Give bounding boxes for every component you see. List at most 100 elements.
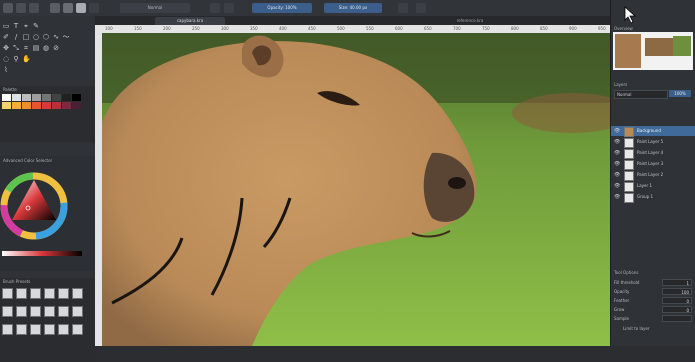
open-icon[interactable]: [16, 3, 26, 13]
palette-swatch[interactable]: [62, 94, 71, 101]
gradient-icon[interactable]: [50, 3, 60, 13]
visibility-eye-icon[interactable]: 👁: [614, 126, 620, 136]
palette-swatch[interactable]: [22, 102, 31, 109]
edit-shape-icon[interactable]: ⌖: [22, 22, 30, 30]
polygon-tool-icon[interactable]: ⬡: [42, 33, 50, 41]
visibility-eye-icon[interactable]: 👁: [614, 148, 620, 158]
layer-row[interactable]: 👁 Paint Layer 4: [611, 148, 695, 159]
limit-to-layer-option[interactable]: Limit to layer: [623, 326, 650, 331]
eraser-icon[interactable]: [89, 3, 99, 13]
brush-preset-item[interactable]: [72, 324, 83, 335]
tool-option-value[interactable]: 0: [662, 297, 692, 304]
opacity-slider[interactable]: Opacity: 100%: [252, 3, 312, 13]
tool-option-value[interactable]: 100: [662, 288, 692, 295]
palette-swatch[interactable]: [22, 94, 31, 101]
brush-preset-item[interactable]: [58, 288, 69, 299]
move-tool-icon[interactable]: ✥: [2, 44, 10, 52]
ellipse-tool-icon[interactable]: ○: [32, 33, 40, 41]
color-wheel[interactable]: [0, 166, 72, 246]
line-tool-icon[interactable]: /: [12, 33, 20, 41]
size-slider[interactable]: Size: 40.00 px: [324, 3, 382, 13]
visibility-eye-icon[interactable]: 👁: [614, 137, 620, 147]
layer-row[interactable]: 👁 Background: [611, 126, 695, 137]
brush-preset-item[interactable]: [2, 288, 13, 299]
palette-title: Palette: [3, 87, 17, 92]
brush-preset-icon[interactable]: [76, 3, 86, 13]
palette-swatch[interactable]: [2, 94, 11, 101]
palette-swatch[interactable]: [72, 94, 81, 101]
tab-capybara[interactable]: capybara.kra: [155, 17, 225, 25]
select-tool-icon[interactable]: ▭: [2, 22, 10, 30]
zoom-tool-icon[interactable]: ⚲: [12, 55, 20, 63]
transform-tool-icon[interactable]: ⤡: [12, 44, 20, 52]
palette-swatch[interactable]: [2, 102, 11, 109]
alpha-lock-icon[interactable]: [224, 3, 234, 13]
pattern-icon[interactable]: [63, 3, 73, 13]
freehand-tool-icon[interactable]: 〜: [62, 33, 70, 41]
brush-preset-item[interactable]: [58, 306, 69, 317]
visibility-eye-icon[interactable]: 👁: [614, 159, 620, 169]
palette-swatch[interactable]: [72, 102, 81, 109]
assistant-tool-icon[interactable]: ⌇: [2, 66, 10, 74]
brush-preset-item[interactable]: [2, 306, 13, 317]
blend-mode-select[interactable]: Normal: [120, 3, 190, 13]
tool-option-value[interactable]: 0: [662, 306, 692, 313]
visibility-eye-icon[interactable]: 👁: [614, 170, 620, 180]
tab-reference[interactable]: reference.kra: [435, 17, 505, 25]
picker-tool-icon[interactable]: ⊘: [52, 44, 60, 52]
fill-tool-icon[interactable]: ◍: [42, 44, 50, 52]
tool-option-value[interactable]: 1: [662, 279, 692, 286]
blend-mode-dropdown[interactable]: Normal: [614, 90, 668, 99]
brush-preset-item[interactable]: [2, 324, 13, 335]
layer-opacity-field[interactable]: 100%: [669, 90, 691, 97]
brush-preset-item[interactable]: [44, 324, 55, 335]
brush-preset-item[interactable]: [30, 288, 41, 299]
tool-option-value[interactable]: [662, 315, 692, 322]
brush-preset-item[interactable]: [58, 324, 69, 335]
lasso-tool-icon[interactable]: ◌: [2, 55, 10, 63]
palette-swatch[interactable]: [62, 102, 71, 109]
brush-preset-item[interactable]: [30, 306, 41, 317]
palette-swatch[interactable]: [12, 94, 21, 101]
color-selector-title: Advanced Color Selector: [3, 158, 53, 163]
color-strip[interactable]: [2, 251, 82, 256]
brush-preset-item[interactable]: [72, 306, 83, 317]
brush-preset-item[interactable]: [72, 288, 83, 299]
text-tool-icon[interactable]: T: [12, 22, 20, 30]
brush-preset-item[interactable]: [16, 306, 27, 317]
mirror-icon[interactable]: [398, 3, 408, 13]
rect-tool-icon[interactable]: □: [22, 33, 30, 41]
brush-tool-icon[interactable]: ✐: [2, 33, 10, 41]
calligraphy-icon[interactable]: ✎: [32, 22, 40, 30]
brush-preset-item[interactable]: [44, 288, 55, 299]
gradient-tool-icon[interactable]: ▤: [32, 44, 40, 52]
vertical-ruler: [95, 33, 102, 346]
brush-preset-item[interactable]: [30, 324, 41, 335]
layer-row[interactable]: 👁 Layer 1: [611, 181, 695, 192]
palette-swatch[interactable]: [12, 102, 21, 109]
pan-tool-icon[interactable]: ✋: [22, 55, 31, 63]
visibility-eye-icon[interactable]: 👁: [614, 192, 620, 202]
palette-swatch[interactable]: [32, 94, 41, 101]
palette-swatch[interactable]: [52, 94, 61, 101]
reload-icon[interactable]: [210, 3, 220, 13]
palette-swatch[interactable]: [52, 102, 61, 109]
bezier-tool-icon[interactable]: ∿: [52, 33, 60, 41]
save-icon[interactable]: [29, 3, 39, 13]
layer-row[interactable]: 👁 Paint Layer 3: [611, 159, 695, 170]
palette-swatch[interactable]: [32, 102, 41, 109]
layer-row[interactable]: 👁 Paint Layer 5: [611, 137, 695, 148]
canvas[interactable]: [102, 33, 610, 346]
brush-preset-item[interactable]: [16, 324, 27, 335]
brush-preset-item[interactable]: [16, 288, 27, 299]
layer-row[interactable]: 👁 Group 1: [611, 192, 695, 203]
brush-preset-item[interactable]: [44, 306, 55, 317]
overview-thumbnail[interactable]: [613, 32, 693, 70]
layer-row[interactable]: 👁 Paint Layer 2: [611, 170, 695, 181]
palette-swatch[interactable]: [42, 94, 51, 101]
palette-swatch[interactable]: [42, 102, 51, 109]
play-icon[interactable]: [416, 3, 426, 13]
crop-tool-icon[interactable]: ⌗: [22, 44, 30, 52]
visibility-eye-icon[interactable]: 👁: [614, 181, 620, 191]
new-document-icon[interactable]: [3, 3, 13, 13]
